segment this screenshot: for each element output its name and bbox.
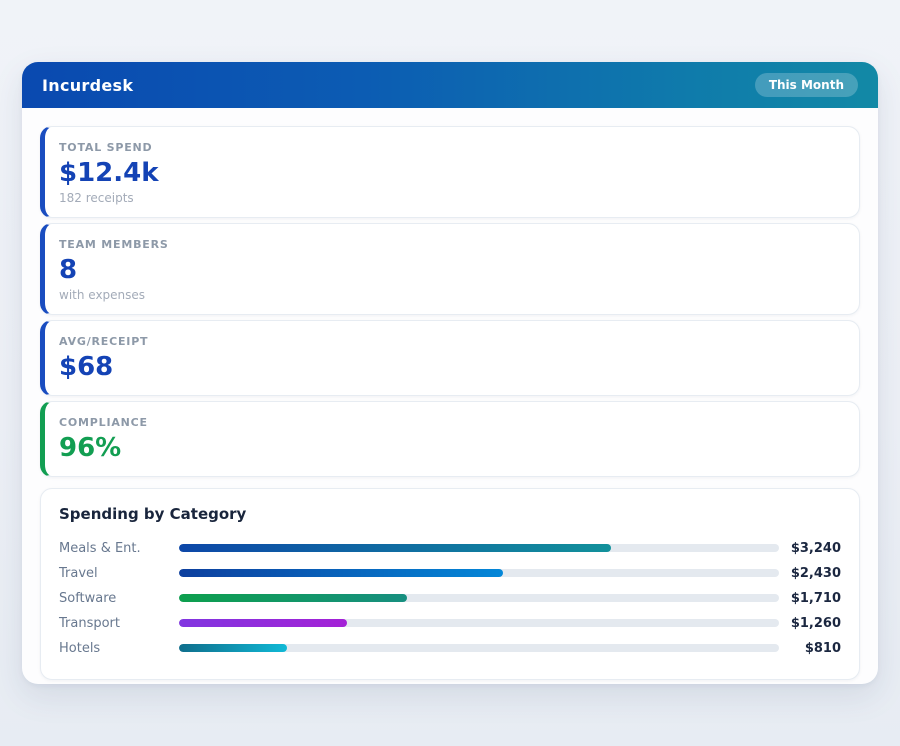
spending-section-title: Spending by Category	[59, 505, 841, 523]
stat-label: COMPLIANCE	[59, 416, 841, 429]
stat-value: 96%	[59, 434, 841, 464]
category-row: Hotels $810	[59, 636, 841, 661]
stat-value: $68	[59, 353, 841, 383]
category-bar-fill	[179, 644, 287, 652]
category-row: Travel $2,430	[59, 561, 841, 586]
category-bar-track	[179, 544, 779, 552]
stat-subtitle: 182 receipts	[59, 191, 841, 205]
stat-card-avg-receipt: AVG/RECEIPT $68	[40, 320, 860, 396]
spending-by-category-card: Spending by Category Meals & Ent. $3,240 T…	[40, 488, 860, 680]
category-label: Hotels	[59, 641, 179, 656]
stat-value: 8	[59, 256, 841, 286]
category-label: Transport	[59, 616, 179, 631]
category-bar-fill	[179, 569, 503, 577]
category-label: Travel	[59, 566, 179, 581]
dashboard-card: Incurdesk This Month TOTAL SPEND $12.4k 18…	[22, 62, 878, 684]
category-bar-track	[179, 569, 779, 577]
stat-value: $12.4k	[59, 159, 841, 189]
category-row: Software $1,710	[59, 586, 841, 611]
stat-label: TOTAL SPEND	[59, 141, 841, 154]
category-bar-fill	[179, 619, 347, 627]
category-row: Transport $1,260	[59, 611, 841, 636]
category-row: Meals & Ent. $3,240	[59, 536, 841, 561]
category-rows: Meals & Ent. $3,240 Travel $2,430 Software $1…	[59, 536, 841, 661]
category-value: $2,430	[779, 566, 841, 581]
category-value: $1,260	[779, 616, 841, 631]
stat-label: AVG/RECEIPT	[59, 335, 841, 348]
stat-card-compliance: COMPLIANCE 96%	[40, 401, 860, 477]
category-bar-track	[179, 619, 779, 627]
category-label: Software	[59, 591, 179, 606]
category-bar-track	[179, 594, 779, 602]
app-title: Incurdesk	[42, 76, 133, 95]
stat-card-team-members: TEAM MEMBERS 8 with expenses	[40, 223, 860, 315]
stat-subtitle: with expenses	[59, 288, 841, 302]
app-header: Incurdesk This Month	[22, 62, 878, 108]
stat-card-total-spend: TOTAL SPEND $12.4k 182 receipts	[40, 126, 860, 218]
period-badge[interactable]: This Month	[755, 73, 858, 97]
category-label: Meals & Ent.	[59, 541, 179, 556]
category-bar-fill	[179, 594, 407, 602]
category-bar-track	[179, 644, 779, 652]
stats-list: TOTAL SPEND $12.4k 182 receipts TEAM MEMBER…	[40, 126, 860, 477]
category-value: $810	[779, 641, 841, 656]
category-bar-fill	[179, 544, 611, 552]
stat-label: TEAM MEMBERS	[59, 238, 841, 251]
category-value: $1,710	[779, 591, 841, 606]
dashboard-content: TOTAL SPEND $12.4k 182 receipts TEAM MEMBER…	[22, 108, 878, 684]
category-value: $3,240	[779, 541, 841, 556]
